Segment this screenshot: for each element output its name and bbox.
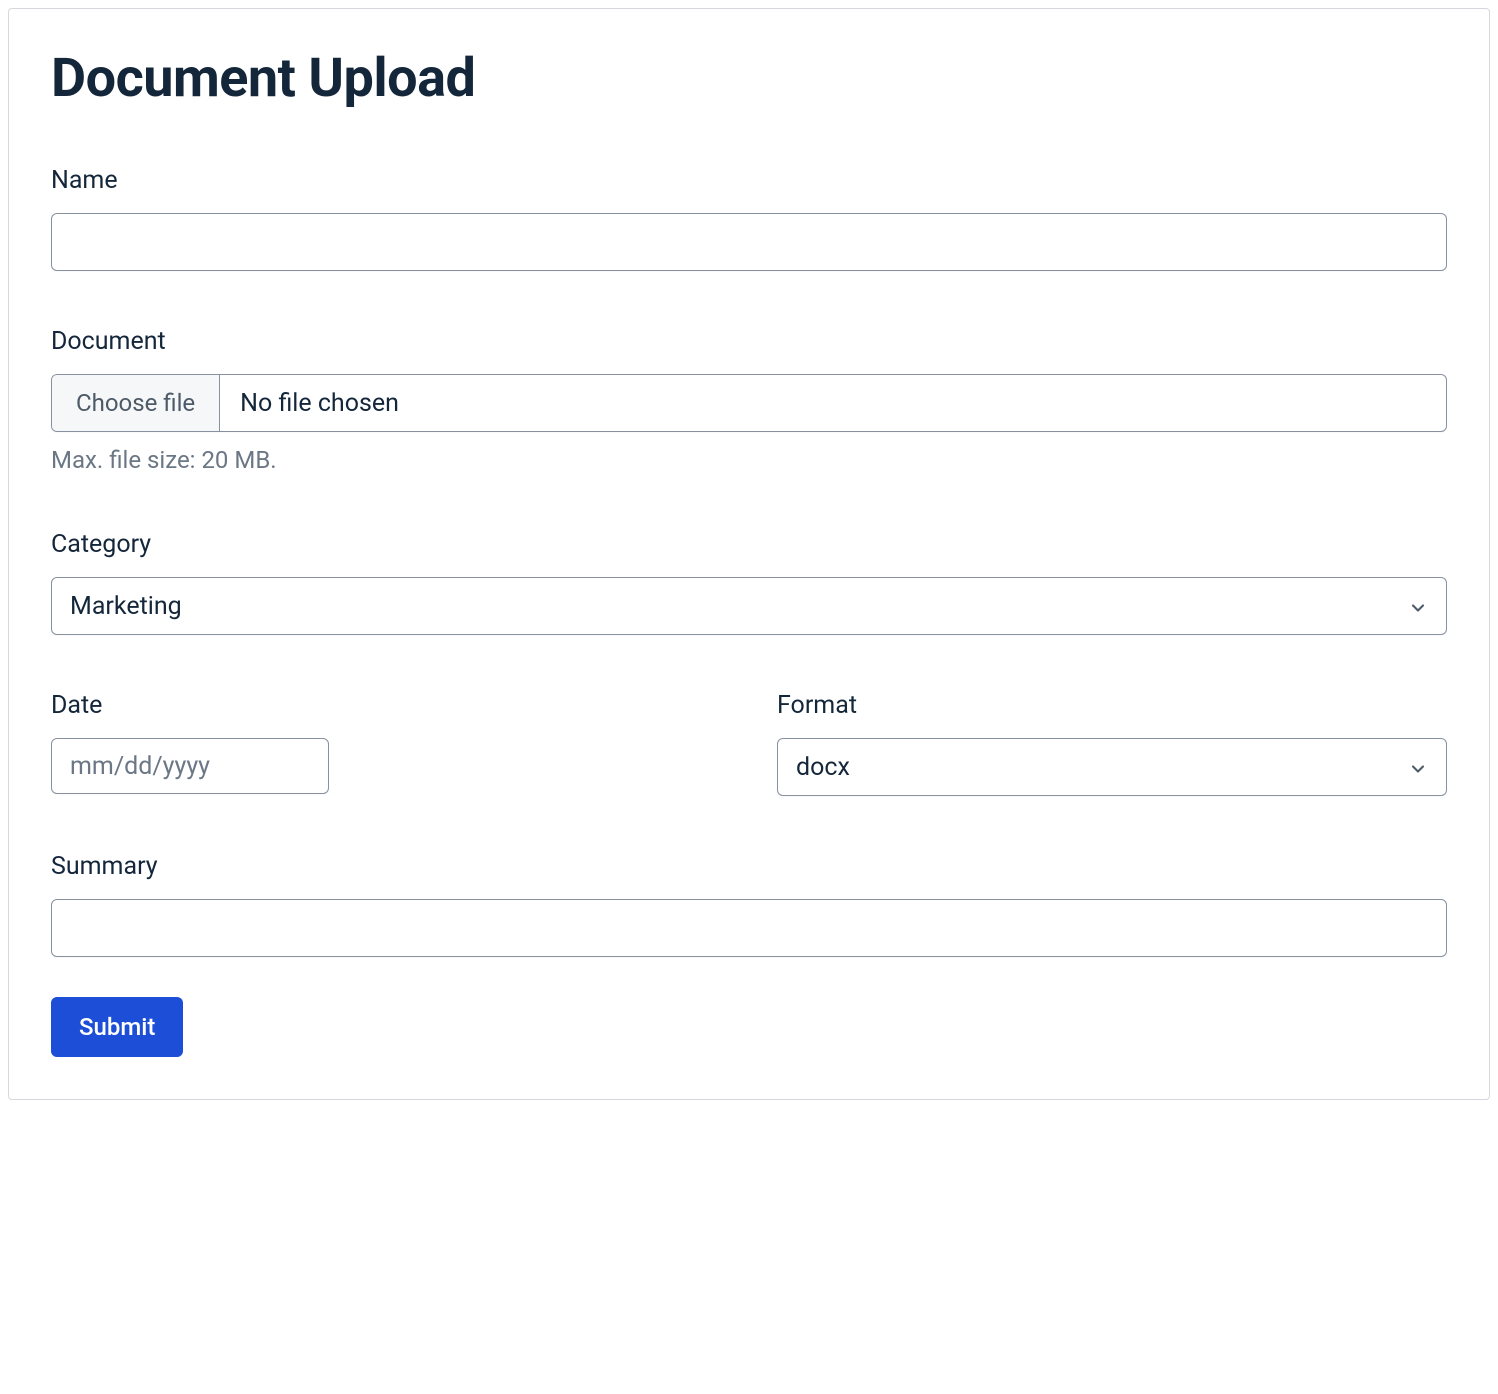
category-label: Category xyxy=(51,530,1447,559)
summary-label: Summary xyxy=(51,852,1447,881)
file-status-label: No file chosen xyxy=(220,375,419,431)
date-input[interactable] xyxy=(51,738,329,794)
upload-form-container: Document Upload Name Document Choose fil… xyxy=(8,8,1490,1100)
category-value: Marketing xyxy=(70,592,1408,621)
format-label: Format xyxy=(777,691,1447,720)
file-input-wrapper[interactable]: Choose file No file chosen xyxy=(51,374,1447,432)
category-select[interactable]: Marketing xyxy=(51,577,1447,635)
date-field: Date xyxy=(51,691,721,796)
choose-file-button[interactable]: Choose file xyxy=(52,375,220,431)
category-field: Category Marketing xyxy=(51,530,1447,635)
name-label: Name xyxy=(51,166,1447,195)
summary-field: Summary xyxy=(51,852,1447,957)
name-field: Name xyxy=(51,166,1447,271)
format-select[interactable]: docx xyxy=(777,738,1447,796)
date-label: Date xyxy=(51,691,721,720)
chevron-down-icon xyxy=(1408,596,1428,616)
submit-button[interactable]: Submit xyxy=(51,997,183,1057)
page-title: Document Upload xyxy=(51,47,1447,110)
format-field: Format docx xyxy=(777,691,1447,796)
file-help-text: Max. file size: 20 MB. xyxy=(51,446,1447,474)
chevron-down-icon xyxy=(1408,757,1428,777)
document-field: Document Choose file No file chosen Max.… xyxy=(51,327,1447,474)
name-input[interactable] xyxy=(51,213,1447,271)
format-value: docx xyxy=(796,753,1408,782)
document-label: Document xyxy=(51,327,1447,356)
summary-input[interactable] xyxy=(51,899,1447,957)
